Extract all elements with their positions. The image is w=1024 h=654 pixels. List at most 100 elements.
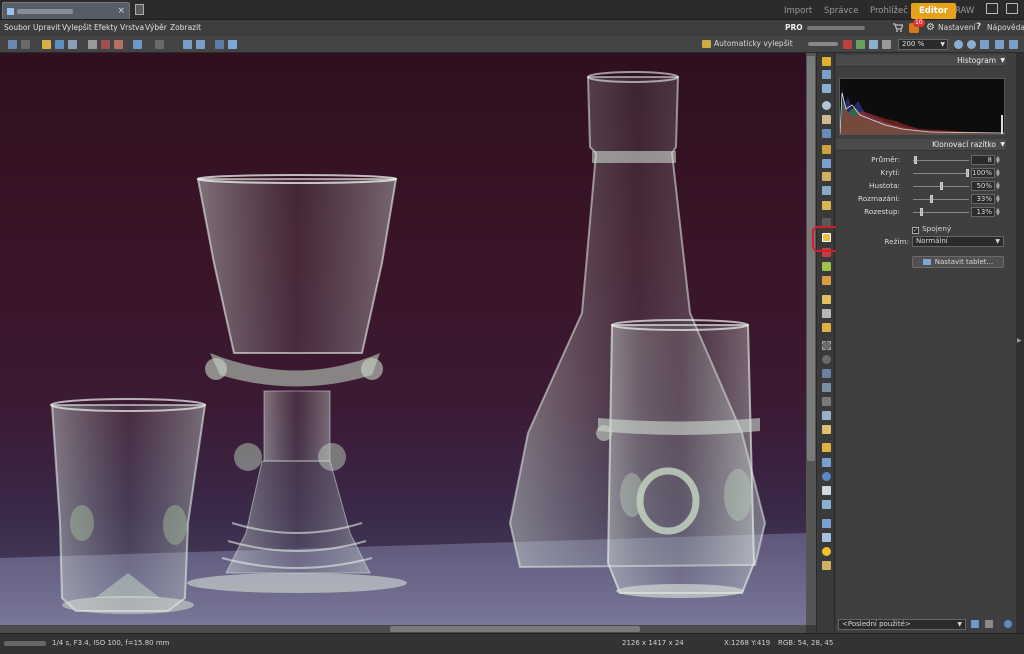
cut-icon[interactable] — [101, 40, 110, 49]
straighten-icon[interactable] — [822, 145, 831, 154]
param-slider-knob[interactable] — [914, 156, 918, 164]
panel-collapse-strip[interactable]: ▶ — [1016, 53, 1024, 633]
frame-icon[interactable] — [822, 458, 831, 467]
param-value-input[interactable]: 8 — [971, 155, 995, 165]
open-folder-icon[interactable] — [42, 40, 51, 49]
zoom-select[interactable]: 200 % ▼ — [898, 39, 948, 50]
param-slider-knob[interactable] — [930, 195, 934, 203]
fit-to-window-icon[interactable] — [980, 40, 989, 49]
bucket-icon[interactable] — [822, 323, 831, 332]
template-icon[interactable] — [822, 533, 831, 542]
linked-checkbox[interactable]: ✓ Spojený — [912, 224, 951, 234]
forward-icon[interactable] — [21, 40, 30, 49]
help-link[interactable]: Nápověda — [987, 23, 1024, 32]
lasso-icon[interactable] — [822, 369, 831, 378]
auto-enhance-button[interactable]: Automaticky vylepšit — [702, 39, 793, 48]
selection-brush-icon[interactable] — [822, 397, 831, 406]
zoom-in-icon[interactable] — [954, 40, 963, 49]
flip-icon[interactable] — [196, 40, 205, 49]
hand-tool-icon[interactable] — [822, 115, 831, 124]
spin-arrows-icon[interactable]: ▲ ▼ — [996, 169, 1000, 178]
monitor-icon[interactable] — [986, 3, 998, 14]
param-value-input[interactable]: 100% — [971, 168, 995, 178]
palette-icon[interactable] — [843, 40, 852, 49]
rotate-icon[interactable] — [183, 40, 192, 49]
mode-viewer[interactable]: Prohlížeč — [864, 3, 914, 19]
move-icon[interactable] — [822, 411, 831, 420]
stamp-tool-icon[interactable] — [822, 70, 831, 79]
param-value-input[interactable]: 50% — [971, 181, 995, 191]
exposure-icon[interactable] — [822, 172, 831, 181]
shape-icon[interactable] — [822, 472, 831, 481]
param-slider-track[interactable] — [913, 160, 969, 161]
spin-arrows-icon[interactable]: ▲ ▼ — [996, 182, 1000, 191]
mode-import[interactable]: Import — [778, 3, 818, 19]
reset-icon[interactable] — [1004, 620, 1012, 628]
close-icon[interactable]: × — [117, 6, 125, 16]
spin-arrows-icon[interactable]: ▲ ▼ — [996, 195, 1000, 204]
actual-size-icon[interactable] — [995, 40, 1004, 49]
retouch-icon[interactable] — [822, 276, 831, 285]
param-slider-knob[interactable] — [919, 208, 923, 216]
document-tab[interactable]: × — [2, 2, 130, 19]
ellipse-select-icon[interactable] — [822, 355, 831, 364]
checkbox-checked-icon[interactable]: ✓ — [912, 227, 919, 234]
horizontal-scrollbar[interactable] — [0, 625, 806, 633]
print-small-icon[interactable] — [882, 40, 891, 49]
dropper-icon[interactable] — [822, 425, 831, 434]
menu-layer[interactable]: Vrstva — [120, 23, 144, 32]
param-slider-track[interactable] — [913, 199, 969, 200]
layers-icon[interactable] — [822, 84, 831, 93]
rect-select-icon[interactable] — [822, 341, 831, 350]
menu-enhance[interactable]: Vylepšit — [62, 23, 92, 32]
redo-icon[interactable] — [155, 40, 164, 49]
paste-icon[interactable] — [114, 40, 123, 49]
quick-fix-icon[interactable] — [822, 57, 831, 66]
menu-effects[interactable]: Efekty — [94, 23, 118, 32]
undo-icon[interactable] — [133, 40, 142, 49]
light-effect-icon[interactable] — [822, 547, 831, 556]
gradient-icon[interactable] — [822, 486, 831, 495]
new-document-icon[interactable] — [135, 4, 144, 15]
tablet-settings-button[interactable]: Nastavit tablet... — [912, 256, 1004, 268]
delete-preset-icon[interactable] — [985, 620, 993, 628]
param-slider-knob[interactable] — [939, 182, 943, 190]
param-value-input[interactable]: 33% — [971, 194, 995, 204]
resize-icon[interactable] — [822, 159, 831, 168]
menu-edit[interactable]: Upravit — [33, 23, 60, 32]
cart-icon[interactable] — [893, 23, 903, 32]
horizontal-scroll-thumb[interactable] — [390, 626, 640, 632]
tag-icon[interactable] — [856, 40, 865, 49]
chevron-right-icon[interactable]: ▶ — [1017, 337, 1022, 344]
save-preset-icon[interactable] — [971, 620, 979, 628]
eraser-icon[interactable] — [822, 309, 831, 318]
text-icon[interactable] — [822, 443, 831, 452]
perspective-icon[interactable] — [822, 186, 831, 195]
vertical-scrollbar[interactable] — [806, 53, 816, 625]
mode-manager[interactable]: Správce — [818, 3, 864, 19]
canvas-size-icon[interactable] — [822, 561, 831, 570]
menu-selection[interactable]: Výběr — [145, 23, 167, 32]
histogram-header[interactable]: Histogram ▼ — [836, 55, 1006, 67]
pencil-icon[interactable] — [822, 295, 831, 304]
healing-brush-icon[interactable] — [822, 262, 831, 271]
zoom-out-icon[interactable] — [967, 40, 976, 49]
color-icon[interactable] — [822, 201, 831, 210]
param-slider-knob[interactable] — [966, 169, 969, 177]
account-name-blurred[interactable] — [807, 26, 865, 30]
fullscreen-icon[interactable] — [1006, 3, 1018, 14]
print-icon[interactable] — [68, 40, 77, 49]
recent-presets-dropdown[interactable]: <Poslední použité> ▼ — [838, 619, 966, 630]
menu-file[interactable]: Soubor — [4, 23, 31, 32]
menu-view[interactable]: Zobrazit — [170, 23, 201, 32]
fullscreen-view-icon[interactable] — [1009, 40, 1018, 49]
save-icon[interactable] — [55, 40, 64, 49]
zoom-tool-icon[interactable] — [822, 101, 831, 110]
image-icon[interactable] — [869, 40, 878, 49]
spin-arrows-icon[interactable]: ▲ ▼ — [996, 208, 1000, 217]
magic-select-icon[interactable] — [822, 383, 831, 392]
param-value-input[interactable]: 13% — [971, 207, 995, 217]
back-icon[interactable] — [8, 40, 17, 49]
blend-mode-dropdown[interactable]: Normální ▼ — [912, 236, 1004, 247]
image-canvas[interactable] — [0, 53, 806, 625]
